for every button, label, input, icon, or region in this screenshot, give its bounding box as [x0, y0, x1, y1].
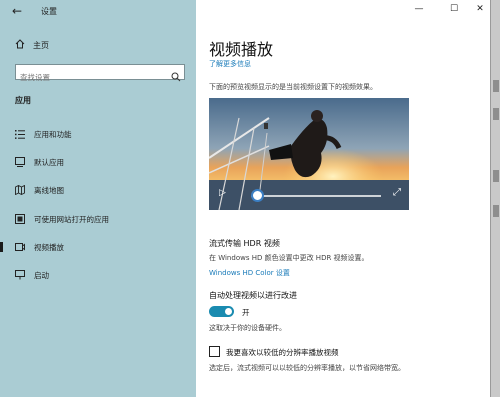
sidebar-item-label: 默认应用	[34, 157, 64, 167]
video-controls: ▷ ⤢	[209, 182, 409, 210]
list-icon	[13, 129, 27, 139]
selected-indicator	[0, 242, 3, 252]
sidebar-item-label: 视频播放	[34, 242, 64, 252]
low-resolution-checkbox[interactable]	[209, 346, 220, 357]
app-title: 设置	[41, 7, 57, 16]
home-icon	[15, 39, 33, 51]
sidebar-item-apps-for-websites[interactable]: 可使用网站打开的应用	[0, 211, 196, 227]
sidebar-item-label: 应用和功能	[34, 129, 72, 139]
home-label: 主页	[33, 40, 49, 50]
video-preview[interactable]: ▷ ⤢	[209, 98, 409, 210]
maximize-button[interactable]: ☐	[447, 4, 461, 14]
back-button[interactable]: ←	[12, 4, 22, 18]
fullscreen-icon[interactable]: ⤢	[393, 187, 401, 198]
hd-color-settings-link[interactable]: Windows HD Color 设置	[209, 268, 290, 278]
hdr-description: 在 Windows HD 颜色设置中更改 HDR 视频设置。	[209, 254, 369, 262]
learn-more-link[interactable]: 了解更多信息	[209, 59, 251, 69]
background-mark	[493, 80, 499, 92]
sidebar-item-video-playback[interactable]: 视频播放	[0, 239, 196, 255]
home-nav[interactable]: 主页	[15, 39, 49, 51]
startup-icon	[13, 270, 27, 280]
page-title: 视频播放	[209, 40, 274, 59]
seek-bar[interactable]	[251, 195, 381, 197]
sidebar: ← 设置 主页 应用 应用和功能 默认应用	[0, 0, 196, 397]
background-window-edge	[490, 0, 500, 397]
sidebar-item-startup[interactable]: 启动	[0, 267, 196, 283]
background-mark	[493, 170, 499, 182]
sidebar-item-default-apps[interactable]: 默认应用	[0, 154, 196, 170]
toggle-state-label: 开	[242, 308, 250, 317]
search-box[interactable]	[15, 64, 185, 85]
close-button[interactable]: ✕	[473, 4, 487, 14]
video-icon	[13, 243, 27, 251]
search-input[interactable]	[16, 70, 166, 85]
preview-description: 下面的预览视频显示的是当前视频设置下的视频效果。	[209, 83, 377, 91]
auto-process-heading: 自动处理视频以进行改进	[209, 291, 297, 300]
background-mark	[493, 205, 499, 217]
low-resolution-label[interactable]: 我更喜欢以较低的分辨率播放视频	[226, 347, 339, 358]
seek-thumb[interactable]	[251, 189, 264, 202]
sidebar-item-offline-maps[interactable]: 离线地图	[0, 182, 196, 198]
background-mark	[493, 108, 499, 120]
default-apps-icon	[13, 157, 27, 167]
play-icon[interactable]: ▷	[219, 188, 226, 198]
low-resolution-description: 选定后，流式视频可以以较低的分辨率播放，以节省网络带宽。	[209, 364, 405, 372]
auto-process-description: 这取决于你的设备硬件。	[209, 324, 286, 332]
sidebar-item-label: 离线地图	[34, 185, 64, 195]
toggle-knob	[225, 308, 232, 315]
open-website-icon	[13, 214, 27, 224]
hdr-heading: 流式传输 HDR 视频	[209, 239, 280, 248]
auto-process-toggle[interactable]	[209, 306, 234, 317]
map-icon	[13, 185, 27, 195]
sidebar-item-label: 可使用网站打开的应用	[34, 214, 109, 224]
sidebar-item-apps-features[interactable]: 应用和功能	[0, 126, 196, 142]
section-title: 应用	[15, 96, 31, 105]
settings-window: ← 设置 主页 应用 应用和功能 默认应用	[0, 0, 490, 397]
minimize-button[interactable]: —	[412, 4, 426, 14]
search-icon[interactable]	[171, 67, 181, 86]
sidebar-item-label: 启动	[34, 270, 49, 280]
content-pane: — ☐ ✕ 视频播放 了解更多信息 下面的预览视频显示的是当前视频设置下的视频效…	[196, 0, 490, 397]
